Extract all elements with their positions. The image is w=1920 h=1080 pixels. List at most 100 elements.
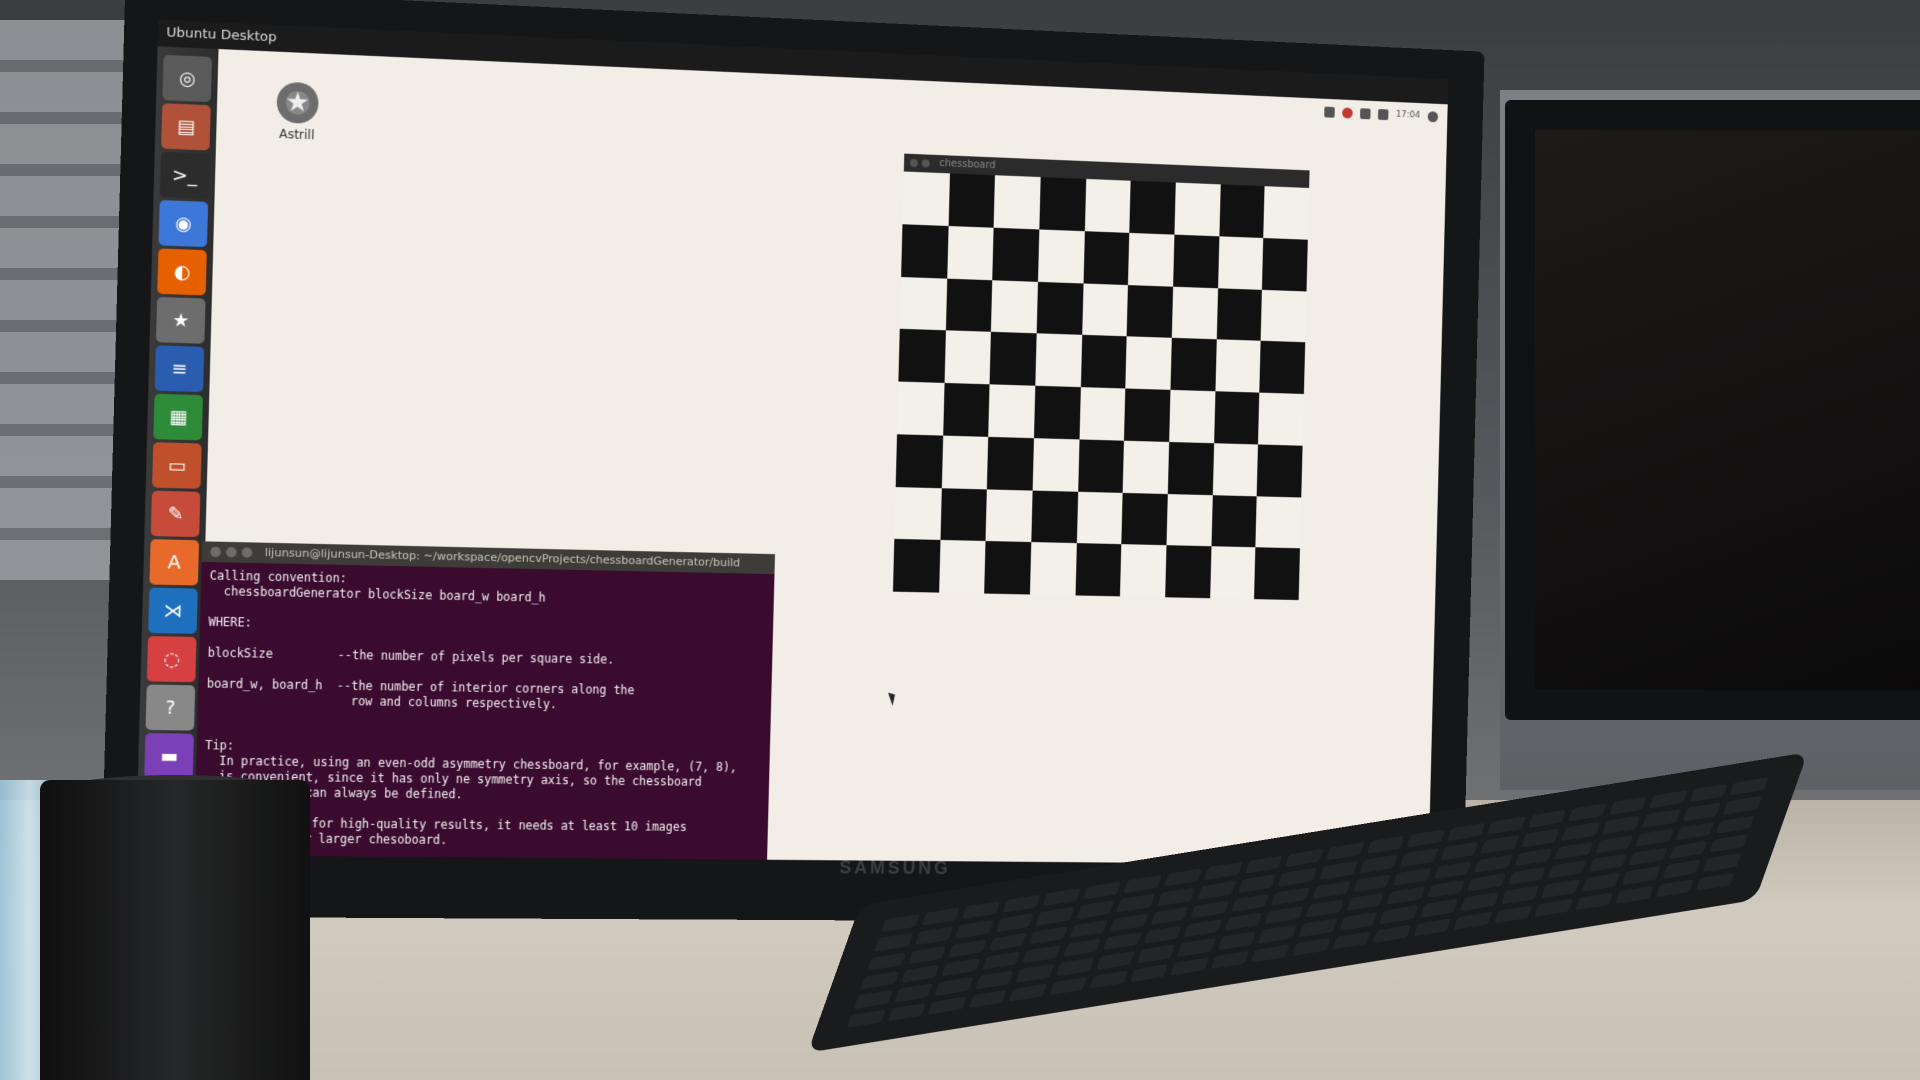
launcher-item-draw[interactable]: ◌ xyxy=(146,636,197,683)
keyboard-key xyxy=(1440,841,1479,861)
keyboard-key xyxy=(1116,893,1156,913)
keyboard-key xyxy=(1487,816,1526,835)
vscode-icon: ⋊ xyxy=(163,599,183,622)
chessboard-square xyxy=(901,224,949,279)
chessboard-square xyxy=(1216,287,1263,341)
power-icon[interactable] xyxy=(1427,110,1439,122)
keyboard-key xyxy=(1291,937,1331,957)
chessboard-square xyxy=(1080,335,1127,389)
help-icon: ? xyxy=(165,696,176,719)
vpn-status-icon[interactable] xyxy=(1342,106,1353,119)
keyboard-key xyxy=(1345,892,1385,912)
app-icon: ▬ xyxy=(159,745,179,767)
launcher-item-calc[interactable]: ▦ xyxy=(153,393,203,441)
launcher-item-terminal[interactable]: >_ xyxy=(159,151,210,199)
chessboard-square xyxy=(902,171,950,226)
keyboard-key xyxy=(867,952,906,971)
keyboard-key xyxy=(1143,925,1183,945)
keyboard-key xyxy=(1022,945,1061,964)
chessboard-window[interactable]: chessboard xyxy=(892,153,1310,601)
keyboard-key xyxy=(1689,783,1729,803)
launcher-item-vscode[interactable]: ⋊ xyxy=(148,587,198,634)
keyboard-key xyxy=(1055,957,1095,977)
launcher-item-dash[interactable]: ◎ xyxy=(162,54,213,103)
launcher-item-writer[interactable]: ≡ xyxy=(154,345,205,393)
chessboard-square xyxy=(945,278,993,333)
keyboard-key xyxy=(1554,841,1594,860)
keyboard-key xyxy=(894,983,933,1003)
chessboard-square xyxy=(1173,234,1220,288)
minimize-icon[interactable] xyxy=(921,159,930,168)
keyboard-key xyxy=(1716,815,1756,834)
chessboard-square xyxy=(987,436,1034,491)
chessboard-square xyxy=(946,225,994,280)
keyboard-key xyxy=(1621,866,1661,885)
chessboard-square xyxy=(1079,387,1126,441)
keyboard-key xyxy=(1365,835,1405,855)
chessboard-square xyxy=(1263,186,1310,240)
launcher-item-help[interactable]: ? xyxy=(145,684,196,731)
keyboard-key xyxy=(1015,964,1054,983)
keyboard-key xyxy=(1318,861,1358,880)
chessboard-square xyxy=(948,173,996,228)
keyboard-key xyxy=(1082,881,1122,901)
chessboard-square xyxy=(938,540,986,594)
keyboard-key xyxy=(1473,854,1513,873)
launcher-item-astrill[interactable]: ★ xyxy=(155,296,206,344)
window-title: Ubuntu Desktop xyxy=(166,25,277,46)
ubuntu-logo-icon: ◎ xyxy=(178,67,196,90)
keyboard-key xyxy=(1156,887,1196,907)
keyboard-key xyxy=(1096,951,1135,970)
keyboard-key xyxy=(988,932,1028,952)
launcher-item-files[interactable]: ▤ xyxy=(161,103,211,151)
keyboard-key xyxy=(1264,905,1304,925)
chessboard-square xyxy=(985,488,1033,543)
chessboard-square xyxy=(991,279,1039,334)
chessboard-square xyxy=(1213,391,1260,445)
system-tray: 17:04 xyxy=(1324,105,1439,124)
keyboard-key xyxy=(968,989,1007,1009)
keyboard-key xyxy=(1534,898,1573,917)
transfer-icon[interactable] xyxy=(1360,107,1371,119)
chessboard-square xyxy=(944,330,992,385)
volume-icon[interactable] xyxy=(1377,108,1389,120)
launcher-item-firefox[interactable]: ◐ xyxy=(157,248,207,296)
chessboard-square xyxy=(1129,180,1176,235)
close-icon[interactable] xyxy=(909,158,918,168)
keyboard-key xyxy=(1109,912,1149,932)
maximize-icon[interactable] xyxy=(241,547,253,558)
keyboard-key xyxy=(1251,944,1290,963)
chessboard-square xyxy=(1169,389,1216,443)
keyboard-key xyxy=(1028,926,1068,945)
desktop-icon-astrill[interactable]: ★ Astrill xyxy=(260,81,334,143)
keyboard-key xyxy=(1615,885,1654,904)
launcher-item-software[interactable]: A xyxy=(149,539,200,586)
chessboard-square xyxy=(1128,232,1175,287)
keyboard-key xyxy=(1568,803,1607,822)
keyboard-key xyxy=(860,971,899,990)
clock[interactable]: 17:04 xyxy=(1396,110,1421,121)
keyboard-key xyxy=(873,933,913,952)
chessboard-square xyxy=(1256,444,1303,498)
keyboard-key xyxy=(1285,848,1324,868)
minimize-icon[interactable] xyxy=(225,547,237,558)
close-icon[interactable] xyxy=(210,546,221,558)
launcher-item-impress[interactable]: ▭ xyxy=(152,442,202,489)
keyboard-key xyxy=(1129,963,1169,983)
network-icon[interactable] xyxy=(1324,106,1335,118)
keyboard-key xyxy=(934,977,974,996)
chessboard-square xyxy=(984,541,1032,595)
chessboard-square xyxy=(1170,338,1217,392)
launcher-item-chromium[interactable]: ◉ xyxy=(158,200,209,248)
mouse-cursor-icon xyxy=(888,690,899,706)
keyboard-key xyxy=(1035,906,1075,926)
launcher-item-settings[interactable]: ✎ xyxy=(150,490,201,538)
launcher-item-app[interactable]: ▬ xyxy=(144,733,194,779)
keyboard-key xyxy=(1669,840,1708,860)
chessboard-square xyxy=(895,434,943,488)
keyboard-key xyxy=(1210,950,1250,970)
chessboard-square xyxy=(1033,385,1081,440)
keyboard-key xyxy=(1352,873,1392,893)
chessboard-square xyxy=(1217,236,1264,290)
chessboard-square xyxy=(1075,543,1122,597)
